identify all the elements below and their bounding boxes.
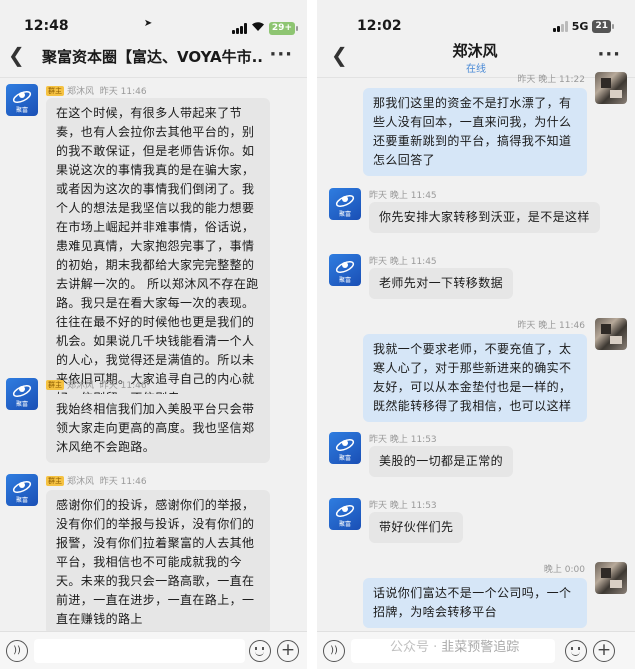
message-time: 昨天 晚上 11:45	[369, 257, 437, 267]
message-input[interactable]	[34, 639, 245, 663]
message-meta: 群主 郑沐风 昨天 11:46	[46, 476, 147, 487]
owner-badge: 群主	[46, 86, 64, 96]
message-bubble: 老师先对一下转移数据	[369, 268, 514, 299]
sender-avatar[interactable]: 聚富	[6, 378, 38, 410]
chat-header: ❮ 郑沐风 在线 ···	[317, 38, 635, 78]
sender-avatar[interactable]: 聚富	[329, 498, 361, 530]
message-list: 昨天 晚上 11:22 那我们这里的资金不是打水漂了，有些人没有回本，一直来问我…	[317, 72, 635, 631]
message-time: 昨天 晚上 11:46	[517, 321, 585, 331]
message-bubble: 感谢你们的投诉，感谢你们的举报，没有你们的举报与投诉，没有你们的报警，没有你们拉…	[46, 490, 270, 635]
message-bubble: 你先安排大家转移到沃亚，是不是这样	[369, 202, 600, 233]
message-bubble: 那我们这里的资金不是打水漂了，有些人没有回本，一直来问我，为什么还要重新跳到的平…	[363, 88, 587, 176]
sender-avatar[interactable]: 聚富	[329, 432, 361, 464]
status-bar: 12:48 ➤ 29+	[0, 0, 307, 38]
message-bubble: 我就一个要求老师，不要充值了，太寒人心了，对于那些新进来的确实不友好，可以从本金…	[363, 334, 587, 422]
user-avatar[interactable]	[595, 562, 627, 594]
emoji-icon[interactable]	[249, 640, 271, 662]
signal-icon	[552, 21, 568, 32]
battery-indicator: 29+	[268, 21, 299, 35]
watermark-text: 韭菜预警追踪	[441, 640, 520, 655]
message-bubble: 在这个时候，有很多人带起来了节奏，也有人会拉你去其他平台的，别的我不敢保证，但是…	[46, 98, 270, 414]
right-phone-screenshot: 12:02 5G 21 ❮ 郑沐风 在线 ··· 昨天 晚上 11:22 那我们…	[317, 0, 635, 669]
message-bubble: 美股的一切都是正常的	[369, 446, 514, 477]
message-time: 晚上 0:00	[543, 565, 585, 575]
contact-name: 郑沐风	[452, 42, 498, 60]
user-avatar[interactable]	[595, 72, 627, 104]
sender-avatar[interactable]: 聚富	[329, 188, 361, 220]
sender-avatar[interactable]: 聚富	[6, 84, 38, 116]
message-time: 昨天 晚上 11:53	[369, 435, 437, 445]
back-icon[interactable]: ❮	[8, 44, 25, 66]
message-time: 昨天 晚上 11:53	[369, 501, 437, 511]
battery-indicator: 21	[592, 20, 614, 33]
more-options-icon[interactable]: ···	[597, 44, 621, 65]
status-time: 12:48	[24, 18, 69, 34]
owner-badge: 群主	[46, 380, 64, 390]
message-meta: 群主 郑沐风 昨天 11:46	[46, 380, 147, 391]
status-time: 12:02	[357, 18, 402, 34]
voice-icon[interactable]: ))	[6, 640, 28, 662]
online-status: 在线	[466, 64, 486, 75]
network-type: 5G	[571, 20, 589, 33]
more-options-icon[interactable]: ···	[269, 44, 293, 65]
wifi-icon	[251, 20, 265, 36]
signal-icon	[231, 22, 247, 34]
message-time: 昨天 晚上 11:22	[517, 75, 585, 85]
emoji-icon[interactable]	[565, 640, 587, 662]
message-time: 昨天 晚上 11:45	[369, 191, 437, 201]
voice-icon[interactable]: ))	[323, 640, 345, 662]
watermark-prefix: 公众号 ·	[390, 640, 438, 655]
message-bubble: 带好伙伴们先	[369, 512, 464, 543]
plus-icon[interactable]: +	[277, 640, 299, 662]
group-title: 聚富资本圈【富达、VOYA牛市...	[42, 48, 263, 66]
sender-avatar[interactable]: 聚富	[6, 474, 38, 506]
message-list: 聚富 群主 郑沐风 昨天 11:46 在这个时候，有很多人带起来了节奏，也有人会拉…	[0, 78, 307, 635]
sender-avatar[interactable]: 聚富	[329, 254, 361, 286]
owner-badge: 群主	[46, 476, 64, 486]
status-bar: 12:02 5G 21	[317, 0, 635, 38]
message-meta: 群主 郑沐风 昨天 11:46	[46, 86, 147, 97]
input-bar: )) +	[0, 631, 307, 669]
user-avatar[interactable]	[595, 318, 627, 350]
message-bubble: 话说你们富达不是一个公司吗，一个招牌，为啥会转移平台	[363, 578, 587, 628]
location-arrow-icon: ➤	[143, 18, 153, 29]
chat-header: ❮ 聚富资本圈【富达、VOYA牛市... ···	[0, 38, 307, 78]
watermark: 公众号 · 韭菜预警追踪	[390, 636, 519, 655]
left-phone-screenshot: 12:48 ➤ 29+ ❮ 聚富资本圈【富达、VOYA牛市... ··· 聚富 …	[0, 0, 307, 669]
message-bubble: 我始终相信我们加入美股平台只会带领大家走向更高的高度。我也坚信郑沐风绝不会跑路。	[46, 394, 270, 463]
plus-icon[interactable]: +	[593, 640, 615, 662]
